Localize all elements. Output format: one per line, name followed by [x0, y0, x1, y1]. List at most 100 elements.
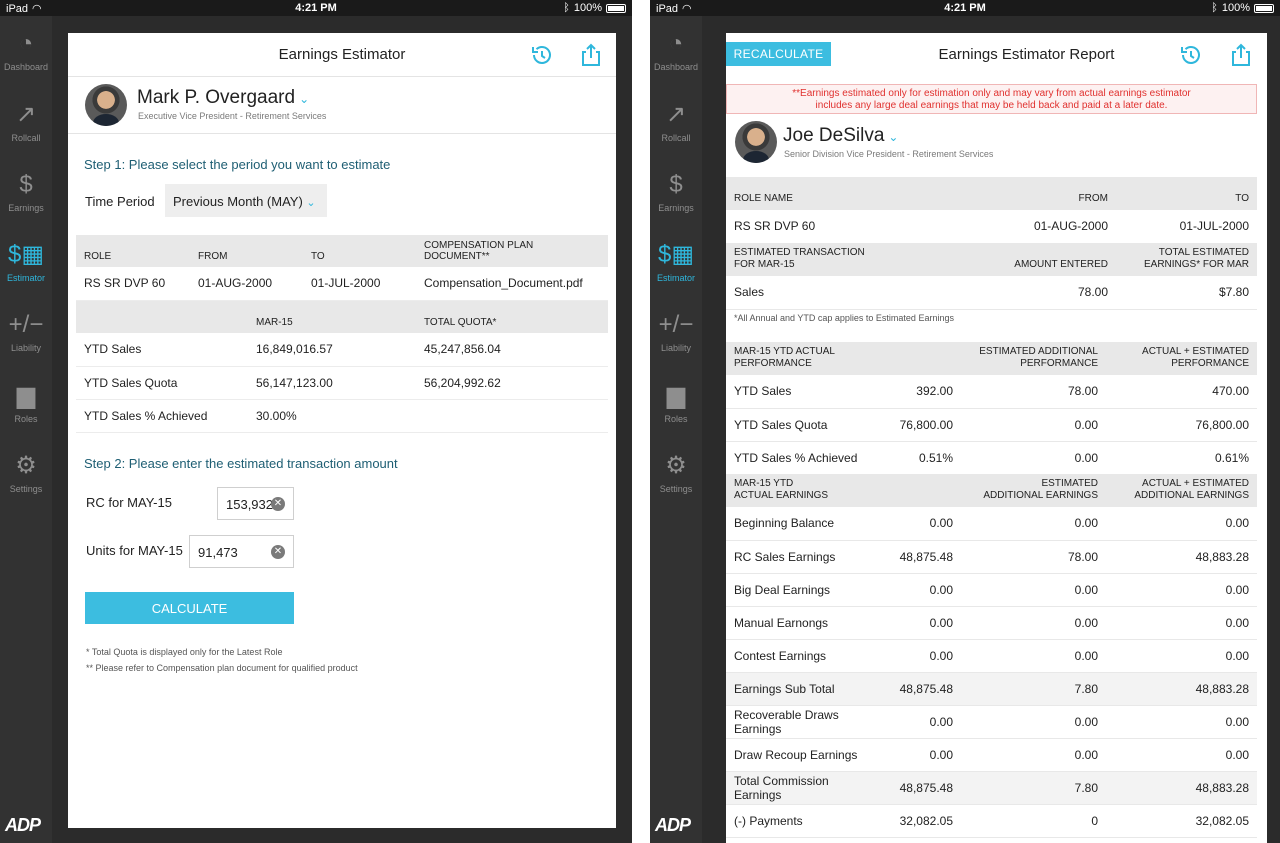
table-cell: 0.00 [1106, 573, 1257, 607]
table-cell: 7.80 [961, 771, 1106, 805]
table-cell: 7.80 [961, 672, 1106, 706]
person-name-selector[interactable]: Mark P. Overgaard ⌄ [137, 87, 309, 109]
role-table: ROLE NAME FROM TO RS SR DVP 60 01-AUG-20… [726, 177, 1257, 244]
footnote: ** Please refer to Compensation plan doc… [86, 663, 358, 673]
role-table: ROLE FROM TO COMPENSATION PLAN DOCUMENT*… [76, 235, 608, 301]
battery-percent: 100% [1221, 2, 1250, 14]
step2-title: Step 2: Please enter the estimated trans… [84, 456, 398, 471]
sidebar-item-roles[interactable]: ▆ Roles [0, 368, 52, 428]
table-cell: 48,875.48 [876, 771, 961, 805]
performance-table: MAR-15 YTD ACTUAL PERFORMANCE ESTIMATED A… [726, 342, 1257, 475]
sidebar-item-settings[interactable]: ⚙ Settings [650, 438, 702, 498]
table-cell: 45,247,856.04 [416, 333, 608, 367]
sidebar-item-liability[interactable]: +/− Liability [0, 297, 52, 357]
table-header: ESTIMATED ADDITIONAL EARNINGS [961, 474, 1106, 507]
table-cell: Big Deal Earnings [726, 573, 876, 607]
clear-icon[interactable]: ✕ [271, 497, 285, 511]
chevron-down-icon: ⌄ [299, 92, 310, 106]
table-header: FROM [190, 235, 303, 267]
sidebar-item-rollcall[interactable]: ↗ Rollcall [0, 87, 52, 147]
table-cell: 0.00 [961, 441, 1106, 475]
table-cell: 0.00 [961, 573, 1106, 607]
quota-table: MAR-15 TOTAL QUOTA* YTD Sales 16,849,016.… [76, 301, 608, 433]
plus-minus-icon: +/− [8, 311, 44, 338]
table-row: YTD Sales 392.00 78.00 470.00 [726, 375, 1257, 409]
table-header: TO [1116, 177, 1257, 210]
history-icon[interactable] [1177, 42, 1203, 68]
panel-header: Earnings Estimator [68, 33, 616, 77]
earnings-table: MAR-15 YTD ACTUAL EARNINGS ESTIMATED ADDIT… [726, 474, 1257, 838]
table-cell: 16,849,016.57 [248, 333, 416, 367]
table-header: ACTUAL + ESTIMATED ADDITIONAL EARNINGS [1106, 474, 1257, 507]
table-row: Big Deal Earnings 0.00 0.00 0.00 [726, 573, 1257, 607]
line-chart-icon: ↗ [15, 101, 37, 128]
person-name-selector[interactable]: Joe DeSilva ⌄ [783, 125, 898, 147]
table-cell: 48,875.48 [876, 540, 961, 574]
table-cell: YTD Sales [76, 333, 248, 367]
table-cell: 78.00 [961, 375, 1106, 409]
sidebar-item-dashboard[interactable]: ◔ Dashboard [0, 16, 52, 76]
cap-note: *All Annual and YTD cap applies to Estim… [734, 313, 954, 323]
status-time: 4:21 PM [944, 2, 986, 14]
units-input[interactable]: 91,473 ✕ [189, 535, 294, 568]
sidebar-item-liability[interactable]: +/− Liability [650, 297, 702, 357]
table-row: Earnings Sub Total 48,875.48 7.80 48,883.28 [726, 672, 1257, 706]
sidebar-item-roles[interactable]: ▆ Roles [650, 368, 702, 428]
estimator-screen: iPad ◠ 4:21 PM ᛒ 100% ◔ Dashboard ↗ Rollcall… [0, 0, 632, 843]
table-cell: 0.00 [961, 639, 1106, 673]
sidebar-item-earnings[interactable]: $ Earnings [0, 157, 52, 217]
table-row: Total Commission Earnings 48,875.48 7.80 48… [726, 771, 1257, 805]
table-header [76, 301, 248, 333]
table-cell: 392.00 [876, 375, 961, 409]
table-cell: 01-JUL-2000 [1116, 210, 1257, 244]
report-screen: iPad ◠ 4:21 PM ᛒ 100% ◔ Dashboard ↗ Rollcall… [650, 0, 1280, 843]
time-period-select[interactable]: Previous Month (MAY) ⌄ [165, 184, 327, 217]
share-icon[interactable] [1228, 42, 1254, 68]
table-cell: Manual Earnongs [726, 606, 876, 640]
table-cell: 32,082.05 [876, 804, 961, 838]
table-cell: 0.00 [1106, 507, 1257, 541]
avatar [735, 121, 777, 163]
table-header: ROLE [76, 235, 190, 267]
table-cell: 48,883.28 [1106, 540, 1257, 574]
table-header: ESTIMATED TRANSACTION FOR MAR-15 [726, 243, 916, 276]
profile-header: Mark P. Overgaard ⌄ Executive Vice Presid… [68, 77, 616, 133]
table-row: Draw Recoup Earnings 0.00 0.00 0.00 [726, 738, 1257, 772]
table-cell: RS SR DVP 60 [726, 210, 916, 244]
sidebar-item-estimator[interactable]: $▦ Estimator [0, 227, 52, 287]
table-cell: 48,883.28 [1106, 771, 1257, 805]
table-cell: 01-AUG-2000 [916, 210, 1116, 244]
table-cell: 0.00 [1106, 738, 1257, 772]
table-cell: 0.00 [1106, 606, 1257, 640]
history-icon[interactable] [528, 42, 554, 68]
sidebar-item-estimator[interactable]: $▦ Estimator [650, 227, 702, 287]
clear-icon[interactable]: ✕ [271, 545, 285, 559]
step1-title: Step 1: Please select the period you wan… [84, 157, 391, 172]
compensation-document-link[interactable]: Compensation_Document.pdf [416, 267, 608, 301]
sidebar-item-dashboard[interactable]: ◔ Dashboard [650, 16, 702, 76]
table-cell: YTD Sales % Achieved [76, 399, 248, 433]
speedometer-icon: ◔ [668, 30, 684, 57]
table-cell: 0.00 [1106, 705, 1257, 739]
report-panel: RECALCULATE Earnings Estimator Report **… [726, 33, 1267, 843]
table-cell: 0.00 [1106, 639, 1257, 673]
table-cell: 78.00 [961, 540, 1106, 574]
table-cell: 0.00 [876, 606, 961, 640]
sidebar-item-settings[interactable]: ⚙ Settings [0, 438, 52, 498]
table-header: COMPENSATION PLAN DOCUMENT** [416, 235, 608, 267]
calculate-button[interactable]: CALCULATE [85, 592, 294, 624]
battery-icon [606, 3, 626, 13]
sidebar-item-earnings[interactable]: $ Earnings [650, 157, 702, 217]
sidebar-item-rollcall[interactable]: ↗ Rollcall [650, 87, 702, 147]
table-cell: 32,082.05 [1106, 804, 1257, 838]
table-cell: YTD Sales Quota [726, 408, 876, 442]
person-title: Executive Vice President - Retirement Se… [138, 111, 327, 121]
chevron-down-icon: ⌄ [888, 130, 899, 144]
dollar-icon: $ [19, 171, 33, 198]
time-period-label: Time Period [85, 194, 155, 209]
table-cell: 01-JUL-2000 [303, 267, 416, 301]
table-row: YTD Sales 16,849,016.57 45,247,856.04 [76, 333, 608, 367]
table-cell: Beginning Balance [726, 507, 876, 541]
rc-input[interactable]: 153,932 ✕ [217, 487, 294, 520]
share-icon[interactable] [578, 42, 604, 68]
